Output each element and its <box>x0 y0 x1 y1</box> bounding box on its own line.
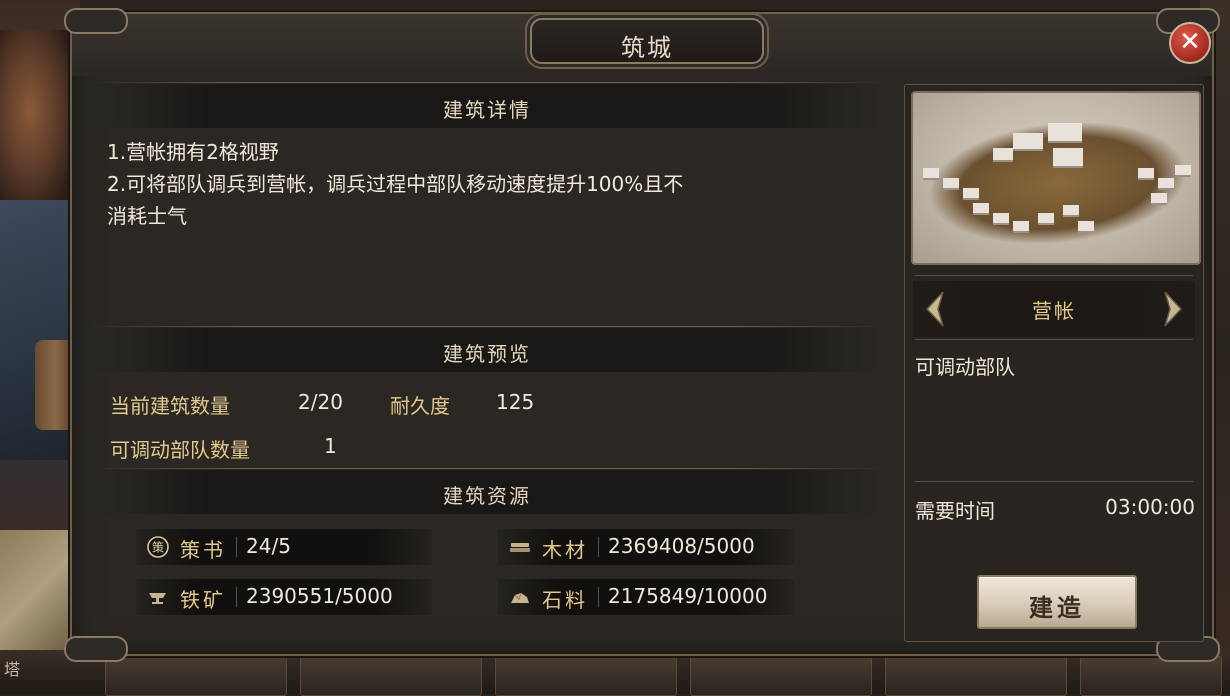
durability-label: 耐久度 <box>390 394 450 418</box>
hero-face <box>0 30 75 210</box>
tent-graphic <box>993 148 1013 162</box>
wood-icon <box>510 543 530 552</box>
current-count-value: 2/20 <box>298 390 343 414</box>
divider <box>92 468 882 469</box>
resource-stone: 石料 2175849/10000 <box>498 579 794 615</box>
background-card <box>1080 656 1222 696</box>
tent-graphic <box>1151 193 1167 205</box>
resource-strategy-book: 策 策书 24/5 <box>136 529 432 565</box>
background-map-thumbnail <box>0 530 75 650</box>
detail-line-1: 1.营帐拥有2格视野 <box>107 140 279 164</box>
resource-value: 2390551/5000 <box>246 584 393 608</box>
background-card <box>300 656 482 696</box>
tent-graphic <box>1038 213 1054 225</box>
build-time-value: 03:00:00 <box>1105 495 1195 519</box>
tent-graphic <box>1175 165 1191 177</box>
resource-value: 24/5 <box>246 534 291 558</box>
tent-graphic <box>1158 178 1174 190</box>
resource-name: 策书 <box>180 538 226 562</box>
resource-name: 铁矿 <box>180 588 226 612</box>
tent-graphic <box>1013 221 1029 233</box>
close-icon: ✕ <box>1179 27 1201 57</box>
background-card <box>885 656 1067 696</box>
movable-units-value: 1 <box>324 434 337 458</box>
svg-text:策: 策 <box>152 541 164 555</box>
building-preview-image <box>911 91 1201 265</box>
detail-line-2: 2.可将部队调兵到营帐，调兵过程中部队移动速度提升100%且不 <box>107 172 684 196</box>
resource-separator <box>598 537 599 557</box>
tent-graphic <box>1063 205 1079 217</box>
stone-icon <box>511 592 529 603</box>
resource-value: 2369408/5000 <box>608 534 755 558</box>
tent-graphic <box>1078 221 1094 233</box>
preview-section-header: 建筑预览 <box>92 328 882 372</box>
resource-iron: 铁矿 2390551/5000 <box>136 579 432 615</box>
resource-separator <box>598 587 599 607</box>
background-card <box>690 656 872 696</box>
resource-name: 木材 <box>542 538 588 562</box>
iron-ore-icon <box>149 593 166 604</box>
tent-graphic <box>1013 133 1043 151</box>
building-info-panel: 建筑详情 1.营帐拥有2格视野 2.可将部队调兵到营帐，调兵过程中部队移动速度提… <box>92 82 882 642</box>
tent-graphic <box>1053 148 1083 168</box>
resource-separator <box>236 537 237 557</box>
build-time-label: 需要时间 <box>915 499 995 523</box>
build-button[interactable]: 建造 <box>977 575 1137 629</box>
tent-graphic <box>1048 123 1082 143</box>
building-select-panel: 营帐 可调动部队 需要时间 03:00:00 建造 <box>904 84 1204 642</box>
tent-graphic <box>993 213 1009 225</box>
resource-name: 石料 <box>542 588 588 612</box>
details-section-header: 建筑详情 <box>92 84 882 128</box>
divider <box>915 275 1193 276</box>
resources-header-label: 建筑资源 <box>443 484 531 508</box>
dialog-title: 筑城 <box>621 34 673 62</box>
building-name: 营帐 <box>1032 299 1076 323</box>
tent-graphic <box>923 168 939 180</box>
tent-graphic <box>963 188 979 200</box>
tent-graphic <box>973 203 989 215</box>
hero-scroll <box>35 340 75 430</box>
background-card <box>495 656 677 696</box>
strategy-book-icon: 策 <box>147 536 169 558</box>
current-count-label: 当前建筑数量 <box>110 394 230 418</box>
close-button[interactable]: ✕ <box>1169 22 1211 64</box>
building-description: 可调动部队 <box>915 355 1015 379</box>
durability-value: 125 <box>496 390 535 414</box>
movable-units-label: 可调动部队数量 <box>110 438 250 462</box>
detail-line-3: 消耗士气 <box>107 204 187 228</box>
details-header-label: 建筑详情 <box>443 98 531 122</box>
chevron-right-icon[interactable] <box>1159 289 1187 329</box>
tent-graphic <box>1138 168 1154 180</box>
preview-header-label: 建筑预览 <box>443 342 531 366</box>
divider <box>92 326 882 327</box>
title-plate: 筑城 <box>530 18 764 64</box>
divider <box>915 339 1193 340</box>
build-dialog: 筑城 ✕ 建筑详情 1.营帐拥有2格视野 2.可将部队调兵到营帐，调兵过程中部队… <box>64 8 1220 662</box>
divider <box>92 82 882 83</box>
background-tab-label: 塔 <box>4 660 21 679</box>
background-card <box>105 656 287 696</box>
resource-value: 2175849/10000 <box>608 584 768 608</box>
tent-graphic <box>943 178 959 190</box>
resources-section-header: 建筑资源 <box>92 470 882 514</box>
corner-ornament <box>64 8 128 34</box>
building-switcher: 营帐 <box>913 281 1195 337</box>
resource-wood: 木材 2369408/5000 <box>498 529 794 565</box>
resource-separator <box>236 587 237 607</box>
divider <box>915 481 1193 482</box>
background-hero-portrait <box>0 0 80 694</box>
build-button-label: 建造 <box>1029 594 1085 622</box>
